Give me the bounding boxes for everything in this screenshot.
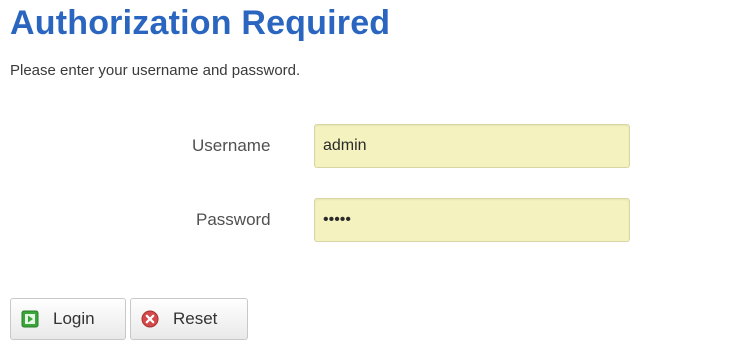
reset-button-label: Reset: [173, 309, 218, 328]
username-label: Username: [192, 136, 271, 155]
login-icon: [21, 310, 39, 328]
login-button-label: Login: [53, 309, 95, 328]
page-subtitle: Please enter your username and password.: [10, 62, 301, 79]
login-button[interactable]: Login: [10, 298, 126, 340]
reset-button[interactable]: Reset: [130, 298, 248, 340]
password-label: Password: [196, 210, 271, 229]
page-title: Authorization Required: [10, 4, 391, 42]
password-field[interactable]: [314, 198, 630, 242]
reset-icon: [141, 310, 159, 328]
login-page: Authorization Required Please enter your…: [0, 0, 750, 360]
username-field[interactable]: [314, 124, 630, 168]
